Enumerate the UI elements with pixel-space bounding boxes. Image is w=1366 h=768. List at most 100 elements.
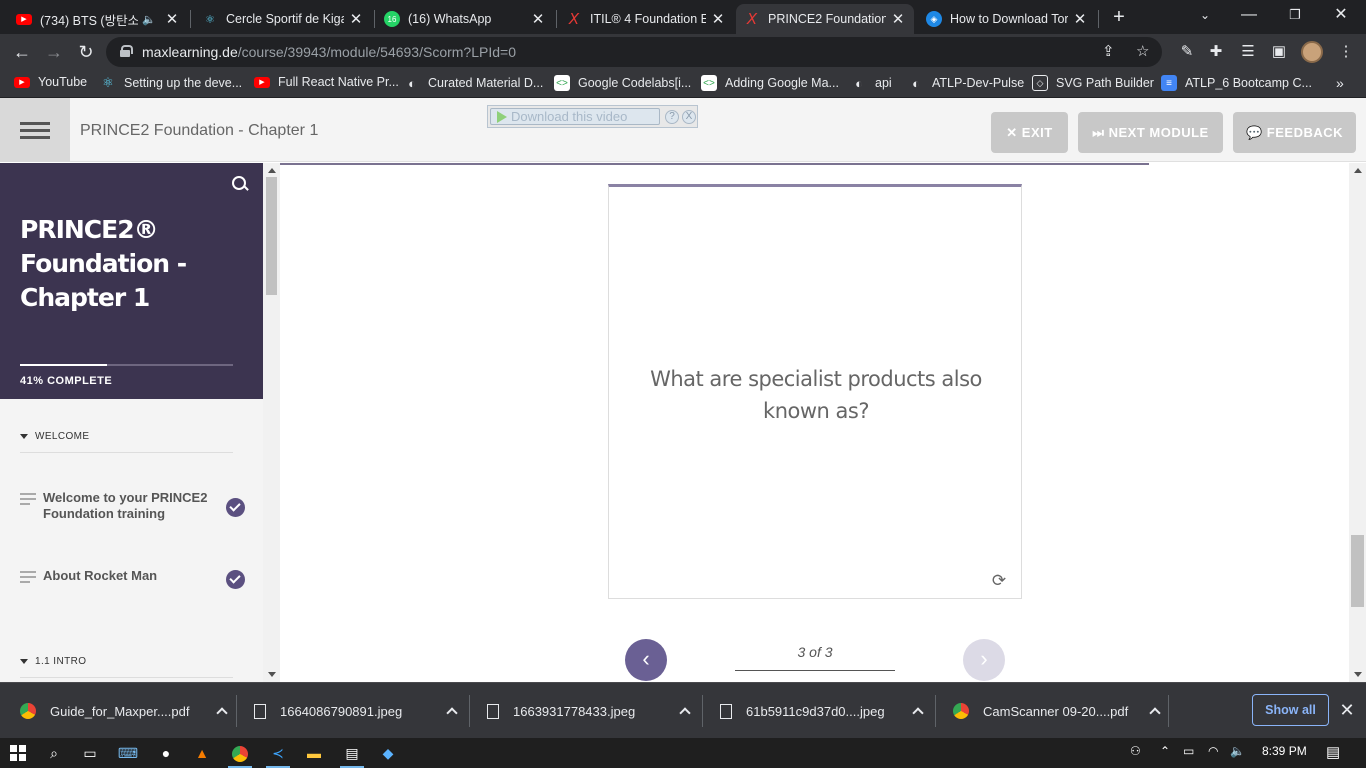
chevron-up-icon[interactable]: ⌃ bbox=[1160, 744, 1170, 758]
previous-card-button[interactable]: ‹ bbox=[625, 639, 667, 681]
bookmarks-overflow-icon[interactable]: » bbox=[1336, 75, 1344, 91]
close-icon[interactable]: ✕ bbox=[1337, 699, 1357, 721]
chevron-up-icon[interactable] bbox=[679, 705, 691, 717]
x-icon: 𝘟 bbox=[746, 11, 758, 28]
side-panel-icon[interactable]: ▣ bbox=[1267, 40, 1291, 64]
chevron-up-icon[interactable] bbox=[446, 705, 458, 717]
lesson-text-icon bbox=[20, 493, 36, 508]
close-icon[interactable]: X bbox=[682, 109, 696, 124]
hamburger-menu-button[interactable] bbox=[0, 98, 70, 162]
windows-start-icon[interactable] bbox=[10, 745, 26, 761]
keyboard-icon[interactable]: ⌨ bbox=[116, 741, 140, 765]
vscode-icon[interactable]: ≺ bbox=[266, 741, 290, 768]
youtube-icon: ▶ bbox=[16, 13, 32, 25]
next-module-button[interactable]: ⏭ NEXT MODULE bbox=[1078, 112, 1223, 153]
bookmark-api[interactable]: ◐ api bbox=[851, 75, 892, 91]
address-bar[interactable]: maxlearning.de/course/39943/module/54693… bbox=[106, 37, 1162, 67]
bookmark-svg-path-builder[interactable]: ◇ SVG Path Builder bbox=[1032, 75, 1154, 91]
forward-button[interactable]: → bbox=[40, 38, 68, 66]
people-icon[interactable]: ⚇ bbox=[1130, 744, 1141, 758]
close-icon[interactable]: ✕ bbox=[890, 10, 906, 28]
close-icon[interactable]: ✕ bbox=[164, 10, 180, 28]
feedback-button[interactable]: 💬 FEEDBACK bbox=[1233, 112, 1356, 153]
bookmark-curated-material[interactable]: ◐ Curated Material D... bbox=[404, 75, 543, 91]
lock-icon[interactable] bbox=[120, 45, 133, 57]
reload-button[interactable]: ↻ bbox=[72, 38, 100, 66]
lesson-welcome[interactable]: Welcome to your PRINCE2 Foundation train… bbox=[20, 490, 245, 522]
show-all-downloads-button[interactable]: Show all bbox=[1252, 694, 1329, 726]
share-icon[interactable]: ⇪ bbox=[1102, 42, 1115, 60]
file-explorer-icon[interactable]: ▬ bbox=[302, 741, 326, 765]
clock[interactable]: 8:39 PM bbox=[1262, 744, 1307, 758]
bookmark-setting-up[interactable]: ⚛ Setting up the deve... bbox=[100, 75, 242, 91]
section-welcome[interactable]: WELCOME bbox=[20, 426, 233, 446]
page-scrollbar[interactable] bbox=[1349, 163, 1366, 682]
close-icon[interactable]: ✕ bbox=[710, 10, 726, 28]
bookmark-youtube[interactable]: ▶ YouTube bbox=[14, 75, 87, 89]
lesson-about-rocket-man[interactable]: About Rocket Man bbox=[20, 568, 245, 589]
menu-kebab-icon[interactable]: ⋮ bbox=[1334, 40, 1358, 64]
volume-icon[interactable]: 🔈 bbox=[1230, 744, 1245, 758]
reading-list-icon[interactable]: ☰ bbox=[1236, 40, 1260, 64]
search-icon[interactable] bbox=[231, 175, 249, 193]
globe-icon: ◐ bbox=[912, 75, 920, 91]
new-tab-button[interactable]: + bbox=[1108, 4, 1130, 30]
download-item[interactable]: 61b5911c9d37d0....jpeg bbox=[720, 683, 924, 739]
extension-dropper-icon[interactable]: ✎ bbox=[1175, 40, 1199, 64]
bookmark-star-icon[interactable]: ☆ bbox=[1136, 42, 1149, 60]
tab-bts[interactable]: ▶ (734) BTS (방탄소년단) 🔈 ✕ bbox=[8, 4, 188, 34]
media-player-icon[interactable]: ● bbox=[154, 741, 178, 765]
tab-whatsapp[interactable]: 16 (16) WhatsApp ✕ bbox=[376, 4, 554, 34]
notifications-icon[interactable]: ▤ bbox=[1326, 743, 1340, 761]
url-text[interactable]: maxlearning.de/course/39943/module/54693… bbox=[142, 44, 516, 60]
chevron-up-icon[interactable] bbox=[1149, 705, 1161, 717]
tab-search-icon[interactable]: ⌄ bbox=[1182, 0, 1228, 30]
next-card-button[interactable]: › bbox=[963, 639, 1005, 681]
search-icon[interactable]: ⌕ bbox=[42, 741, 66, 765]
chrome-icon[interactable] bbox=[228, 741, 252, 768]
app-icon[interactable]: ◆ bbox=[376, 741, 400, 765]
download-item[interactable]: 1664086790891.jpeg bbox=[254, 683, 458, 739]
task-view-icon[interactable]: ▭ bbox=[78, 741, 102, 765]
speaker-icon[interactable]: 🔈 bbox=[142, 13, 156, 26]
help-icon[interactable]: ? bbox=[665, 109, 679, 124]
chevron-up-icon[interactable] bbox=[216, 705, 228, 717]
terminal-icon[interactable]: ▤ bbox=[340, 741, 364, 768]
close-window-button[interactable]: ✕ bbox=[1318, 0, 1364, 30]
bookmark-atlp-bootcamp[interactable]: ≡ ATLP_6 Bootcamp C... bbox=[1161, 75, 1312, 91]
chevron-up-icon[interactable] bbox=[912, 705, 924, 717]
tab-cercle-sportif[interactable]: ⚛ Cercle Sportif de Kigali ✕ bbox=[194, 4, 372, 34]
tab-tor[interactable]: ◈ How to Download Tor ✕ bbox=[918, 4, 1096, 34]
bookmark-react-native[interactable]: ▶ Full React Native Pr... bbox=[254, 75, 399, 89]
download-item[interactable]: 1663931778433.jpeg bbox=[487, 683, 691, 739]
download-item[interactable]: Guide_for_Maxper....pdf bbox=[20, 683, 228, 739]
profile-avatar[interactable] bbox=[1301, 41, 1323, 63]
battery-icon[interactable]: ▭ bbox=[1183, 744, 1194, 758]
tab-title: (16) WhatsApp bbox=[408, 12, 492, 26]
wifi-icon[interactable]: ◠ bbox=[1208, 744, 1218, 758]
back-button[interactable]: ← bbox=[8, 38, 36, 66]
restore-button[interactable]: ❐ bbox=[1272, 0, 1318, 30]
close-icon[interactable]: ✕ bbox=[530, 10, 546, 28]
close-icon[interactable]: ✕ bbox=[1072, 10, 1088, 28]
flashcard[interactable]: What are specialist products also known … bbox=[608, 184, 1022, 599]
caret-down-icon bbox=[20, 433, 28, 439]
minimize-button[interactable]: — bbox=[1226, 0, 1272, 30]
bookmark-atlp-dev-pulse[interactable]: ◐ ATLP-Dev-Pulse bbox=[908, 75, 1024, 91]
sidebar-scrollbar[interactable] bbox=[263, 163, 280, 682]
tab-prince2[interactable]: 𝘟 PRINCE2 Foundation - ✕ bbox=[736, 4, 914, 34]
section-1-1-intro[interactable]: 1.1 INTRO bbox=[20, 651, 233, 671]
tab-itil[interactable]: 𝘟 ITIL® 4 Foundation E- ✕ bbox=[558, 4, 734, 34]
bookmark-google-codelabs[interactable]: <> Google Codelabs[i... bbox=[554, 75, 691, 91]
download-item[interactable]: CamScanner 09-20....pdf bbox=[953, 683, 1161, 739]
extensions-puzzle-icon[interactable]: ✚ bbox=[1204, 40, 1228, 64]
exit-button[interactable]: ✕ EXIT bbox=[991, 112, 1068, 153]
download-video-button[interactable]: Download this video bbox=[490, 108, 660, 125]
vlc-icon[interactable]: ▲ bbox=[190, 741, 214, 765]
flip-card-icon[interactable]: ⟳ bbox=[989, 571, 1009, 591]
bookmark-adding-google-maps[interactable]: <> Adding Google Ma... bbox=[701, 75, 839, 91]
chrome-icon bbox=[20, 703, 36, 719]
chrome-icon bbox=[953, 703, 969, 719]
youtube-icon: ▶ bbox=[14, 76, 30, 88]
close-icon[interactable]: ✕ bbox=[348, 10, 364, 28]
